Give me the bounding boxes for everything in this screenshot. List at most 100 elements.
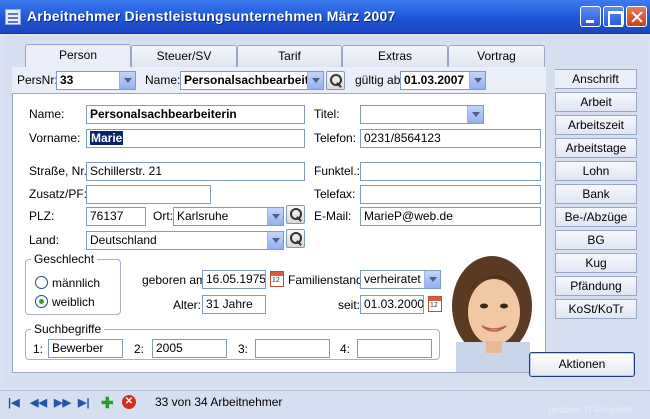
land-select[interactable]: Deutschland [86,231,284,250]
ort-label: Ort: [153,209,173,223]
strasse-field[interactable]: Schillerstr. 21 [86,162,305,181]
last-record-icon[interactable]: ▶| [78,396,90,409]
alter-label: Alter: [173,298,202,312]
such-3-field[interactable] [255,339,330,358]
weiblich-label: weiblich [52,295,95,309]
chevron-down-icon[interactable] [267,232,283,249]
sidetab-anschrift[interactable]: Anschrift [555,69,637,89]
plz-label: PLZ: [29,209,55,223]
such-4-label: 4: [340,342,351,356]
such-1-field[interactable]: Bewerber [48,339,123,358]
first-record-icon[interactable]: |◀ [8,396,20,409]
seit-field[interactable]: 01.03.2000 [360,295,424,314]
funktel-label: Funktel.: [314,164,361,178]
name-select-value: Personalsachbearbeite [184,73,309,87]
such-1-label: 1: [33,342,44,356]
chevron-down-icon[interactable] [119,72,135,89]
seit-label: seit: [338,298,361,312]
sidetab-be-abzuege[interactable]: Be-/Abzüge [555,207,637,227]
gueltig-label: gültig ab: [355,73,404,87]
close-button[interactable] [626,6,647,27]
maennlich-label: männlich [52,276,101,290]
zusatz-field[interactable] [86,185,211,204]
vorname-selected-text: Marie [90,131,124,145]
tab-vortrag[interactable]: Vortrag [448,45,545,67]
chevron-down-icon[interactable] [267,208,283,225]
persnr-label: PersNr: [17,73,58,87]
persnr-value: 33 [60,73,74,87]
familienstand-value: verheiratet [364,272,421,286]
sidetab-pfaendung[interactable]: Pfändung [555,276,637,296]
sidetab-arbeitstage[interactable]: Arbeitstage [555,138,637,158]
title-bar: Arbeitnehmer Dienstleistungsunternehmen … [0,0,650,34]
chevron-down-icon[interactable] [467,106,483,123]
familienstand-select[interactable]: verheiratet [360,270,441,289]
email-field[interactable]: MarieP@web.de [360,207,541,226]
previous-page-icon[interactable]: ◀◀ [30,396,47,409]
geboren-field[interactable]: 16.05.1975 [202,270,266,289]
titel-select[interactable] [360,105,484,124]
titel-label: Titel: [314,107,340,121]
sidetab-kug[interactable]: Kug [555,253,637,273]
name-field[interactable]: Personalsachbearbeiterin [86,105,305,124]
plz-field[interactable]: 76137 [86,207,146,226]
chevron-down-icon[interactable] [424,271,440,288]
sidetab-kost-kotr[interactable]: KoSt/KoTr [555,299,637,319]
window-title: Arbeitnehmer Dienstleistungsunternehmen … [27,8,396,24]
geboren-label: geboren am: [142,273,210,287]
sidetab-bg[interactable]: BG [555,230,637,250]
such-2-field[interactable]: 2005 [152,339,227,358]
minimize-button[interactable] [580,6,601,27]
such-3-label: 3: [238,342,249,356]
gueltig-ab-select[interactable]: 01.03.2007 [400,71,486,90]
name-label-top: Name: [145,73,181,87]
add-icon[interactable]: ✚ [101,394,114,412]
suchbegriffe-title: Suchbegriffe [31,322,105,336]
calendar-icon[interactable] [428,296,442,312]
ort-select[interactable]: Karlsruhe [173,207,284,226]
calendar-icon[interactable] [270,271,284,287]
tab-tarif[interactable]: Tarif [237,45,342,67]
name-select[interactable]: Personalsachbearbeite [180,71,324,90]
name-label: Name: [29,107,65,121]
strasse-label: Straße, Nr.: [29,164,91,178]
land-value: Deutschland [90,233,157,247]
radio-maennlich[interactable] [35,276,48,289]
ort-search-icon[interactable] [286,205,305,224]
tab-steuer-sv[interactable]: Steuer/SV [131,45,237,67]
land-label: Land: [29,233,60,247]
familienstand-label: Familienstand: [288,273,367,287]
next-page-icon[interactable]: ▶▶ [54,396,71,409]
chevron-down-icon[interactable] [469,72,485,89]
delete-icon[interactable]: ✕ [122,395,136,409]
alter-field: 31 Jahre [202,295,266,314]
radio-weiblich[interactable] [35,295,48,308]
maximize-button[interactable] [603,6,624,27]
sidetab-arbeit[interactable]: Arbeit [555,92,637,112]
employee-photo [444,246,534,372]
gueltig-ab-value: 01.03.2007 [404,73,465,87]
such-4-field[interactable] [357,339,432,358]
such-2-label: 2: [134,342,145,356]
sidetab-lohn[interactable]: Lohn [555,161,637,181]
land-search-icon[interactable] [286,229,305,248]
chevron-down-icon[interactable] [307,72,323,89]
email-label: E-Mail: [314,209,352,223]
persnr-select[interactable]: 33 [56,71,136,90]
geschlecht-title: Geschlecht [31,252,98,266]
tab-person[interactable]: Person [25,44,131,68]
aktionen-button[interactable]: Aktionen [529,352,635,377]
telefon-label: Telefon: [314,131,357,145]
telefax-label: Telefax: [314,187,356,201]
telefax-field[interactable] [360,185,541,204]
record-count: 33 von 34 Arbeitnehmer [155,395,283,409]
zusatz-label: Zusatz/PF: [29,187,88,201]
vorname-field[interactable]: Marie [86,129,305,148]
sidetab-bank[interactable]: Bank [555,184,637,204]
tab-extras[interactable]: Extras [342,45,448,67]
telefon-field[interactable]: 0231/8564123 [360,129,541,148]
search-icon[interactable] [326,71,345,90]
funktel-field[interactable] [360,162,541,181]
sidetab-arbeitszeit[interactable]: Arbeitszeit [555,115,637,135]
vorname-label: Vorname: [29,131,81,145]
